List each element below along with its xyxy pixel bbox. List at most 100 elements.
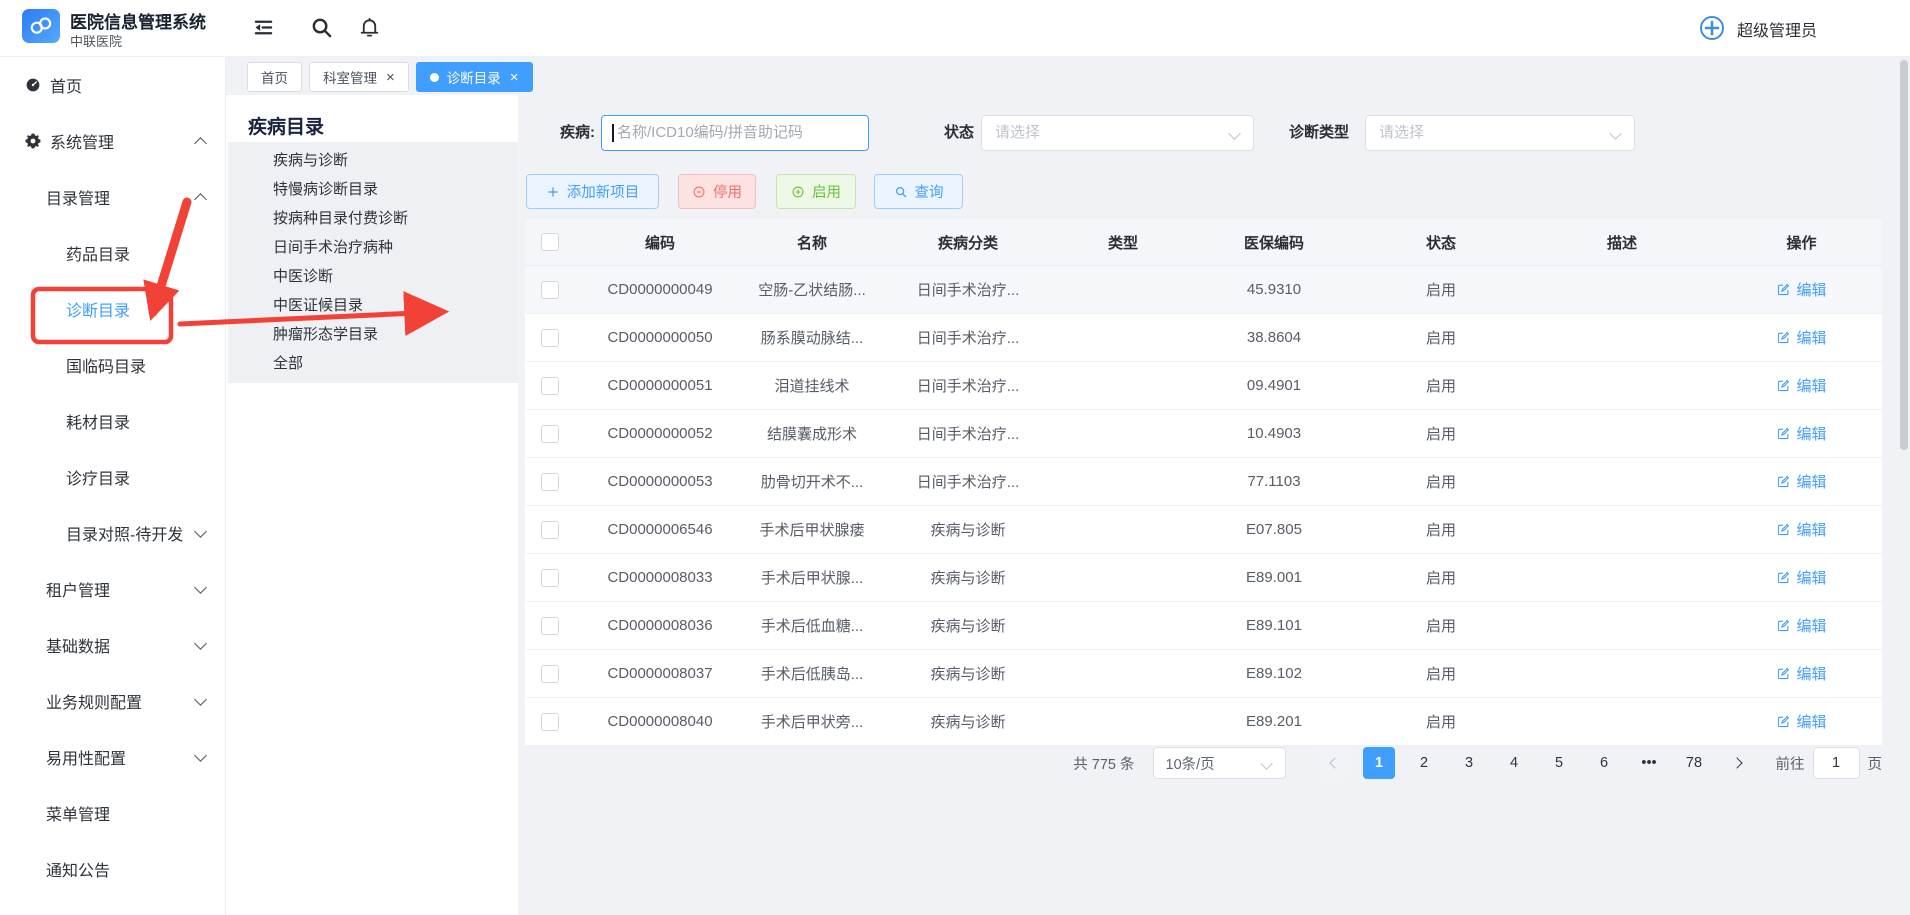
gear-icon: [24, 132, 42, 150]
bell-icon[interactable]: [358, 16, 381, 39]
page-button[interactable]: 2: [1408, 747, 1440, 779]
row-checkbox[interactable]: [541, 425, 559, 443]
prev-page-button[interactable]: [1318, 747, 1350, 779]
table-row: CD0000000053肋骨切开术不...日间手术治疗...77.1103启用编…: [525, 458, 1882, 506]
sidebar-item[interactable]: 基础数据: [0, 617, 225, 673]
name-cell: 肠系膜动脉结...: [745, 314, 879, 362]
table-row: CD0000000051泪道挂线术日间手术治疗...09.4901启用编辑: [525, 362, 1882, 410]
sidebar-item[interactable]: 首页: [0, 57, 225, 113]
chevron-right-icon: [1731, 757, 1742, 768]
query-button[interactable]: 查询: [874, 174, 963, 209]
edit-button[interactable]: 编辑: [1776, 663, 1826, 684]
row-checkbox[interactable]: [541, 281, 559, 299]
close-icon[interactable]: ×: [386, 70, 395, 85]
enable-button[interactable]: 启用: [776, 174, 856, 209]
status-select[interactable]: 请选择: [981, 115, 1254, 151]
goto-label: 前往: [1776, 753, 1805, 774]
row-checkbox[interactable]: [541, 713, 559, 731]
row-checkbox[interactable]: [541, 329, 559, 347]
sidebar-item[interactable]: 耗材目录: [0, 393, 225, 449]
row-select-cell: [525, 554, 575, 602]
sidebar-item[interactable]: 国临码目录: [0, 337, 225, 393]
edit-button[interactable]: 编辑: [1776, 615, 1826, 636]
sidebar-item[interactable]: 诊断目录: [0, 281, 225, 337]
pager-more-button[interactable]: •••: [1633, 747, 1665, 779]
submenu-item[interactable]: 按病种目录付费诊断: [228, 204, 518, 233]
sidebar-item[interactable]: 系统管理: [0, 113, 225, 169]
edit-button[interactable]: 编辑: [1776, 279, 1826, 300]
row-select-cell: [525, 650, 575, 698]
name-cell: 手术后甲状腺...: [745, 554, 879, 602]
search-icon[interactable]: [310, 16, 333, 39]
edit-button[interactable]: 编辑: [1776, 423, 1826, 444]
diagnosis-type-select[interactable]: 请选择: [1365, 115, 1635, 151]
edit-button[interactable]: 编辑: [1776, 327, 1826, 348]
page-button[interactable]: 1: [1363, 747, 1395, 779]
row-checkbox[interactable]: [541, 521, 559, 539]
sidebar-item[interactable]: 目录管理: [0, 169, 225, 225]
tab[interactable]: 首页: [247, 62, 302, 92]
edit-button[interactable]: 编辑: [1776, 711, 1826, 732]
row-checkbox[interactable]: [541, 473, 559, 491]
insurance-code-cell: E89.101: [1189, 602, 1359, 650]
code-cell: CD0000000050: [575, 314, 745, 362]
column-header: 编码: [575, 219, 745, 266]
edit-button[interactable]: 编辑: [1776, 375, 1826, 396]
row-checkbox[interactable]: [541, 569, 559, 587]
diagnosis-table: 编码名称疾病分类类型医保编码状态描述操作 CD0000000049空肠-乙状结肠…: [525, 219, 1882, 746]
type-cell: [1057, 506, 1189, 554]
row-checkbox[interactable]: [541, 665, 559, 683]
row-checkbox[interactable]: [541, 377, 559, 395]
tab[interactable]: 科室管理×: [309, 62, 409, 92]
edit-button[interactable]: 编辑: [1776, 567, 1826, 588]
description-cell: [1523, 554, 1721, 602]
type-cell: [1057, 410, 1189, 458]
submenu-item[interactable]: 全部: [228, 349, 518, 378]
sidebar-item[interactable]: 租户管理: [0, 561, 225, 617]
disease-search-input[interactable]: 名称/ICD10编码/拼音助记码: [601, 115, 869, 151]
disease-catalog-menu: 疾病与诊断特慢病诊断目录按病种目录付费诊断日间手术治疗病种中医诊断中医证候目录肿…: [228, 142, 518, 383]
page-button[interactable]: 5: [1543, 747, 1575, 779]
edit-label: 编辑: [1796, 375, 1826, 396]
submenu-item[interactable]: 日间手术治疗病种: [228, 233, 518, 262]
sidebar-item[interactable]: 目录对照-待开发: [0, 505, 225, 561]
sidebar-item[interactable]: 药品目录: [0, 225, 225, 281]
sidebar-item[interactable]: 易用性配置: [0, 729, 225, 785]
admin-badge-icon[interactable]: [1698, 14, 1726, 42]
submenu-item[interactable]: 中医诊断: [228, 262, 518, 291]
type-cell: [1057, 650, 1189, 698]
sidebar-item[interactable]: 业务规则配置: [0, 673, 225, 729]
add-item-button[interactable]: 添加新项目: [526, 174, 659, 209]
page-button[interactable]: 6: [1588, 747, 1620, 779]
disable-button[interactable]: 停用: [678, 174, 756, 209]
edit-button[interactable]: 编辑: [1776, 471, 1826, 492]
submenu-item[interactable]: 肿瘤形态学目录: [228, 320, 518, 349]
category-cell: 日间手术治疗...: [879, 410, 1057, 458]
table-row: CD0000008036手术后低血糖...疾病与诊断E89.101启用编辑: [525, 602, 1882, 650]
page-button[interactable]: 3: [1453, 747, 1485, 779]
page-button[interactable]: 78: [1678, 747, 1710, 779]
sidebar-item[interactable]: 通知公告: [0, 841, 225, 897]
submenu-item[interactable]: 疾病与诊断: [228, 146, 518, 175]
page-button[interactable]: 4: [1498, 747, 1530, 779]
sidebar-item-label: 易用性配置: [46, 745, 126, 769]
edit-button[interactable]: 编辑: [1776, 519, 1826, 540]
sidebar-item[interactable]: 菜单管理: [0, 785, 225, 841]
insurance-code-cell: E89.001: [1189, 554, 1359, 602]
current-user-name[interactable]: 超级管理员: [1737, 17, 1817, 41]
page-size-select[interactable]: 10条/页: [1153, 747, 1286, 779]
select-all-checkbox[interactable]: [541, 233, 559, 251]
row-checkbox[interactable]: [541, 617, 559, 635]
tab-label: 诊断目录: [447, 67, 501, 87]
tab[interactable]: 诊断目录 ×: [416, 62, 533, 92]
collapse-sidebar-icon[interactable]: [252, 16, 275, 39]
vertical-scrollbar[interactable]: [1900, 60, 1908, 450]
submenu-item[interactable]: 中医证候目录: [228, 291, 518, 320]
close-icon[interactable]: ×: [510, 70, 519, 85]
goto-page-input[interactable]: 1: [1813, 747, 1860, 779]
sidebar-item[interactable]: 诊疗目录: [0, 449, 225, 505]
next-page-button[interactable]: [1723, 747, 1755, 779]
row-select-cell: [525, 410, 575, 458]
submenu-item[interactable]: 特慢病诊断目录: [228, 175, 518, 204]
top-header: 医院信息管理系统 中联医院 超级管理员: [0, 0, 1910, 57]
